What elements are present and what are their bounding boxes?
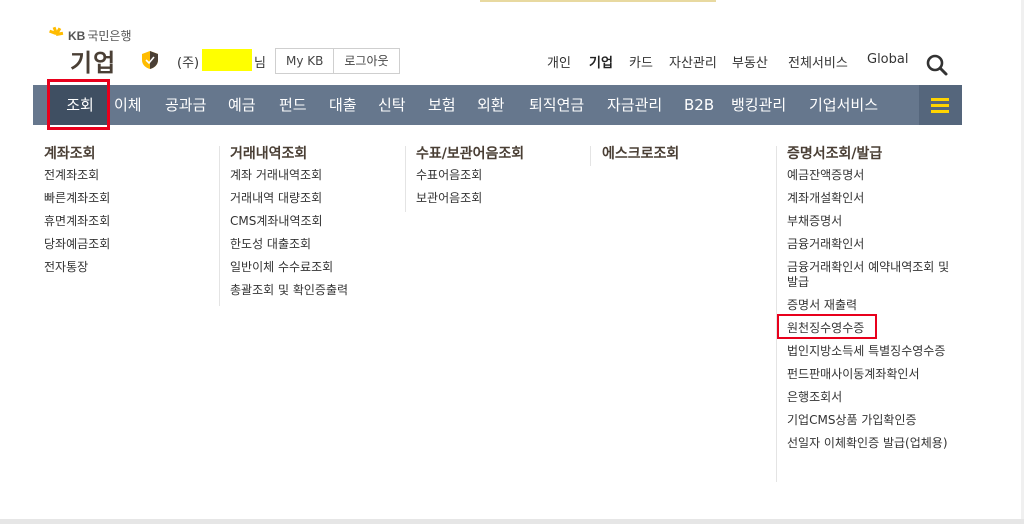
menu-link[interactable]: 전계좌조회 [44, 168, 214, 183]
menu-link[interactable]: 금융거래확인서 [787, 237, 952, 252]
util-nav-personal[interactable]: 개인 [547, 52, 571, 71]
menu-link[interactable]: 일반이체 수수료조회 [230, 260, 400, 275]
menu-link[interactable]: 증명서 재출력 [787, 298, 952, 313]
menu-link[interactable]: 법인지방소득세 특별징수영수증 [787, 344, 952, 359]
menu-link[interactable]: 은행조회서 [787, 390, 952, 405]
util-nav-realestate[interactable]: 부동산 [732, 52, 768, 71]
menu-link[interactable]: 부채증명서 [787, 214, 952, 229]
nav-banking-management[interactable]: 뱅킹관리 [731, 85, 786, 125]
menu-column-checks: 수표/보관어음조회 수표어음조회 보관어음조회 [416, 143, 586, 206]
menu-column-certificates: 증명서조회/발급 예금잔액증명서 계좌개설확인서 부채증명서 금융거래확인서 금… [787, 143, 952, 451]
menu-link[interactable]: 금융거래확인서 예약내역조회 및 발급 [787, 260, 952, 290]
site-title: 기업 [70, 49, 117, 77]
hamburger-icon-bar [931, 104, 949, 107]
bottom-scroll-area [0, 519, 1024, 524]
menu-link[interactable]: 전자통장 [44, 260, 214, 275]
util-nav-global[interactable]: Global [867, 52, 908, 67]
nav-trust[interactable]: 신탁 [378, 85, 406, 125]
menu-column-title[interactable]: 에스크로조회 [602, 143, 772, 165]
nav-inquiry[interactable]: 조회 [50, 85, 110, 125]
menu-column-title: 증명서조회/발급 [787, 146, 883, 162]
menu-link[interactable]: 예금잔액증명서 [787, 168, 952, 183]
menu-column-title: 수표/보관어음조회 [416, 146, 525, 162]
hamburger-icon [931, 98, 949, 101]
nav-utility-bills[interactable]: 공과금 [165, 85, 206, 125]
menu-link[interactable]: 선일자 이체확인증 발급(업체용) [787, 436, 952, 451]
menu-link[interactable]: 당좌예금조회 [44, 237, 214, 252]
menu-column-escrow: 에스크로조회 [602, 143, 772, 165]
menu-column-account: 계좌조회 전계좌조회 빠른계좌조회 휴면계좌조회 당좌예금조회 전자통장 [44, 143, 214, 275]
nav-insurance[interactable]: 보험 [428, 85, 456, 125]
column-divider [590, 146, 591, 166]
menu-link[interactable]: 거래내역 대량조회 [230, 191, 400, 206]
all-menu-button[interactable] [919, 85, 962, 125]
menu-link[interactable]: 휴면계좌조회 [44, 214, 214, 229]
menu-link[interactable]: 한도성 대출조회 [230, 237, 400, 252]
nav-pension[interactable]: 퇴직연금 [529, 85, 584, 125]
menu-link[interactable]: 총괄조회 및 확인증출력 [230, 283, 400, 298]
menu-link[interactable]: 계좌 거래내역조회 [230, 168, 400, 183]
menu-column-transactions: 거래내역조회 계좌 거래내역조회 거래내역 대량조회 CMS계좌내역조회 한도성… [230, 143, 400, 298]
search-icon[interactable] [925, 53, 949, 77]
column-divider [405, 146, 406, 212]
menu-link[interactable]: 펀드판매사이동계좌확인서 [787, 367, 952, 382]
top-accent-bar [480, 0, 716, 2]
menu-column-title: 계좌조회 [44, 146, 96, 162]
menu-link[interactable]: 기업CMS상품 가입확인증 [787, 413, 952, 428]
nav-deposit[interactable]: 예금 [228, 85, 256, 125]
menu-column-title: 거래내역조회 [230, 146, 308, 162]
util-nav-card[interactable]: 카드 [629, 52, 653, 71]
redacted-company-name [202, 49, 252, 71]
main-nav: 조회 이체 공과금 예금 펀드 대출 신탁 보험 외환 퇴직연금 자금관리 B2… [33, 85, 962, 125]
nav-foreign-exchange[interactable]: 외환 [477, 85, 505, 125]
menu-link[interactable]: CMS계좌내역조회 [230, 214, 400, 229]
menu-link[interactable]: 보관어음조회 [416, 191, 586, 206]
account-buttons: My KB 로그아웃 [275, 48, 400, 74]
nav-business-services[interactable]: 기업서비스 [809, 85, 878, 125]
util-nav-all-services[interactable]: 전체서비스 [788, 52, 848, 71]
menu-link-withholding-receipt[interactable]: 원천징수영수증 [787, 321, 952, 336]
nav-transfer[interactable]: 이체 [114, 85, 142, 125]
util-nav-business[interactable]: 기업 [589, 52, 613, 71]
logout-button[interactable]: 로그아웃 [333, 49, 399, 73]
hamburger-icon-bar [931, 110, 949, 113]
my-kb-button[interactable]: My KB [276, 49, 334, 73]
bank-name: KB 국민은행 [68, 29, 132, 43]
nav-b2b[interactable]: B2B [684, 85, 714, 125]
menu-link[interactable]: 계좌개설확인서 [787, 191, 952, 206]
nav-fund[interactable]: 펀드 [279, 85, 307, 125]
user-suffix: 님 [254, 56, 266, 71]
nav-loan[interactable]: 대출 [329, 85, 357, 125]
company-prefix: (주) [177, 56, 200, 71]
column-divider [219, 146, 220, 306]
menu-link[interactable]: 빠른계좌조회 [44, 191, 214, 206]
column-divider [776, 146, 777, 482]
kb-star-icon [49, 26, 64, 36]
menu-link[interactable]: 수표어음조회 [416, 168, 586, 183]
util-nav-asset[interactable]: 자산관리 [669, 52, 717, 71]
security-shield-icon[interactable] [141, 50, 159, 70]
nav-fund-management[interactable]: 자금관리 [607, 85, 662, 125]
